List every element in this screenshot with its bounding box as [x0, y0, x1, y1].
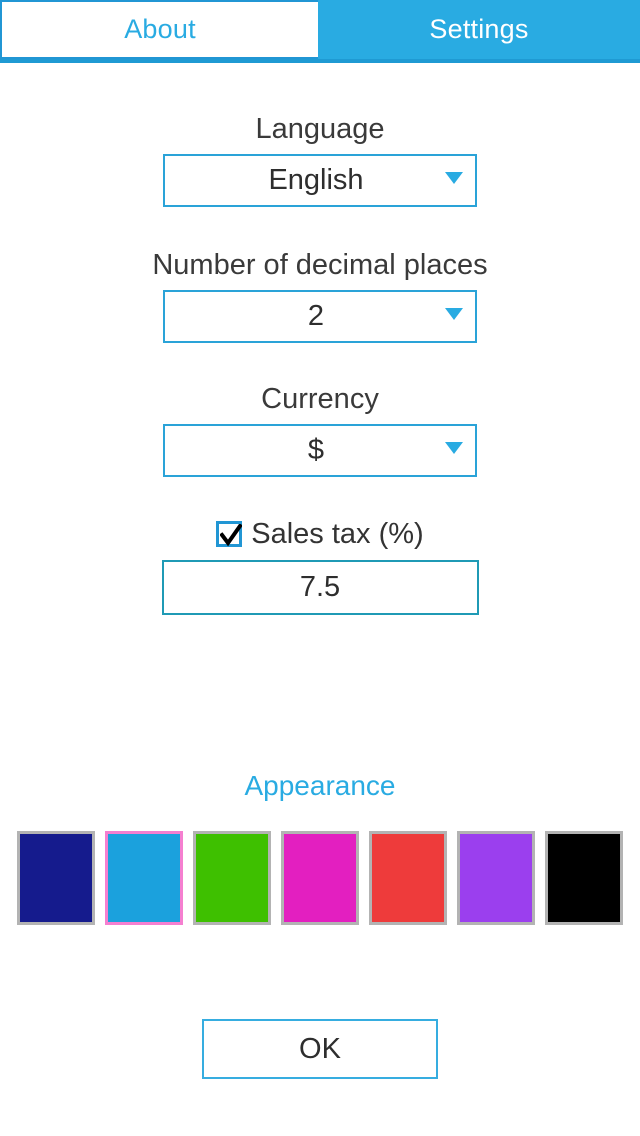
currency-value: $ [307, 434, 325, 466]
tab-about-label: About [124, 14, 196, 44]
color-swatch-light-blue[interactable] [105, 831, 183, 925]
chevron-down-icon [445, 172, 463, 184]
decimal-places-value: 2 [307, 300, 325, 332]
currency-row: $ [0, 424, 640, 477]
settings-form: Language English Number of decimal place… [0, 63, 640, 615]
tab-about[interactable]: About [0, 0, 318, 59]
tab-settings-label: Settings [429, 14, 529, 44]
appearance-title: Appearance [244, 770, 396, 801]
currency-select[interactable]: $ [163, 424, 477, 477]
color-swatch-navy[interactable] [17, 831, 95, 925]
language-row: English [0, 154, 640, 207]
tab-settings[interactable]: Settings [318, 0, 640, 59]
color-swatch-magenta[interactable] [281, 831, 359, 925]
footer-actions: OK [0, 1019, 640, 1079]
sales-tax-check-row: Sales tax (%) [0, 519, 640, 549]
decimal-places-select[interactable]: 2 [163, 290, 477, 343]
color-swatch-purple[interactable] [457, 831, 535, 925]
sales-tax-label: Sales tax (%) [251, 518, 424, 550]
language-value: English [268, 164, 364, 196]
tab-bar: About Settings [0, 0, 640, 63]
decimal-places-label: Number of decimal places [152, 249, 488, 281]
sales-tax-checkbox[interactable] [216, 521, 243, 547]
appearance-swatch-list [0, 831, 640, 925]
ok-button[interactable]: OK [202, 1019, 438, 1079]
checkmark-icon [220, 524, 243, 547]
language-label: Language [255, 113, 385, 145]
color-swatch-black[interactable] [545, 831, 623, 925]
chevron-down-icon [445, 308, 463, 320]
language-select[interactable]: English [163, 154, 477, 207]
color-swatch-red[interactable] [369, 831, 447, 925]
sales-tax-input[interactable]: 7.5 [161, 560, 479, 615]
tab-bar-underline [0, 59, 640, 63]
chevron-down-icon [445, 442, 463, 454]
color-swatch-green[interactable] [193, 831, 271, 925]
currency-label: Currency [261, 383, 379, 415]
sales-tax-row: 7.5 [0, 560, 640, 615]
decimal-places-row: 2 [0, 290, 640, 343]
